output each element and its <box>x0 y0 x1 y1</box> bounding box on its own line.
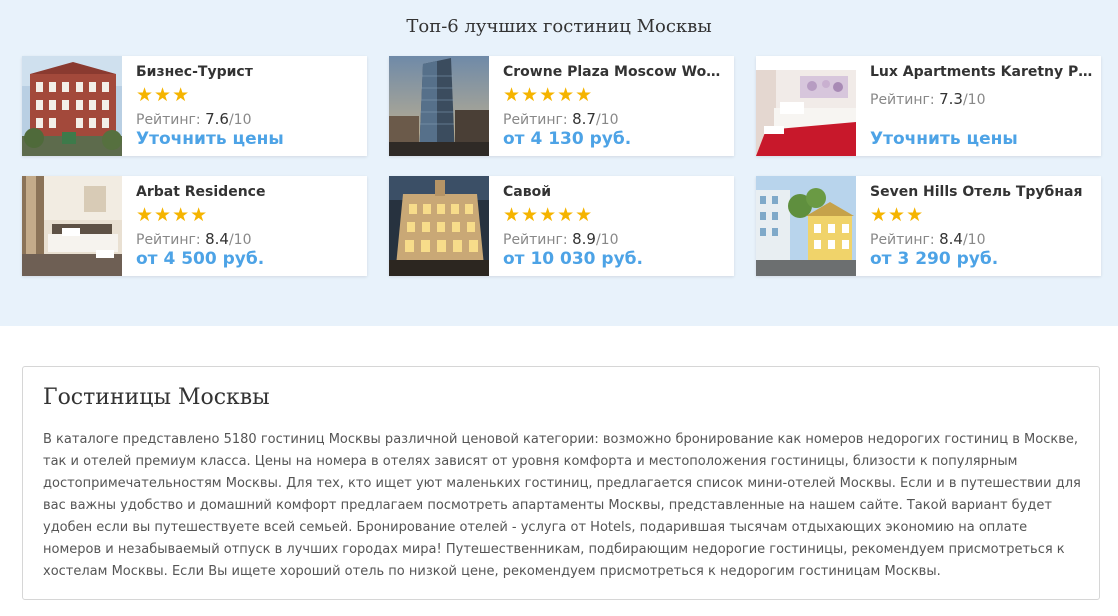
hotel-price-link[interactable]: от 3 290 руб. <box>870 249 998 269</box>
info-title: Гостиницы Москвы <box>43 385 270 410</box>
hotel-photo[interactable] <box>756 56 856 156</box>
rating-scale: /10 <box>228 232 252 248</box>
hotel-name[interactable]: Савой <box>503 184 727 200</box>
rating-scale: /10 <box>595 232 619 248</box>
rating-score: 8.4 <box>205 230 229 248</box>
hotel-photo[interactable] <box>22 176 122 276</box>
hotel-rating: Рейтинг: 8.7/10 <box>503 110 618 128</box>
rating-label: Рейтинг: <box>136 112 201 128</box>
info-text: В каталоге представлено 5180 гостиниц Мо… <box>43 432 1081 579</box>
hotel-card[interactable]: Lux Apartments Karetny Pereulok Рейтинг:… <box>756 56 1101 156</box>
hotel-rating: Рейтинг: 8.9/10 <box>503 230 618 248</box>
rating-label: Рейтинг: <box>870 92 935 108</box>
hotel-rating: Рейтинг: 7.6/10 <box>136 110 251 128</box>
hotel-photo[interactable] <box>389 176 489 276</box>
star-rating-icons: ★★★★★ <box>503 204 594 226</box>
rating-scale: /10 <box>228 112 252 128</box>
hotel-photo[interactable] <box>389 56 489 156</box>
top-hotels-section: Топ-6 лучших гостиниц Москвы Бизнес-Тури… <box>0 0 1118 326</box>
rating-score: 7.3 <box>939 90 963 108</box>
star-rating-icons: ★★★ <box>136 84 191 106</box>
star-rating-icons: ★★★★ <box>136 204 209 226</box>
hotel-photo[interactable] <box>756 176 856 276</box>
rating-scale: /10 <box>962 92 986 108</box>
rating-label: Рейтинг: <box>503 112 568 128</box>
hotel-rating: Рейтинг: 8.4/10 <box>870 230 985 248</box>
hotel-price-link[interactable]: Уточнить цены <box>136 129 284 149</box>
rating-scale: /10 <box>962 232 986 248</box>
rating-scale: /10 <box>595 112 619 128</box>
hotel-name[interactable]: Lux Apartments Karetny Pereulok <box>870 64 1094 80</box>
hotel-price-link[interactable]: Уточнить цены <box>870 129 1018 149</box>
star-rating-icons: ★★★★★ <box>503 84 594 106</box>
rating-label: Рейтинг: <box>870 232 935 248</box>
hotel-name[interactable]: Arbat Residence <box>136 184 360 200</box>
hotel-name[interactable]: Seven Hills Отель Трубная <box>870 184 1094 200</box>
hotel-name[interactable]: Бизнес-Турист <box>136 64 360 80</box>
rating-score: 7.6 <box>205 110 229 128</box>
hotel-price-link[interactable]: от 4 130 руб. <box>503 129 631 149</box>
rating-score: 8.4 <box>939 230 963 248</box>
info-box: Гостиницы Москвы В каталоге представлено… <box>22 366 1100 600</box>
hotel-card[interactable]: Савой ★★★★★ Рейтинг: 8.9/10 от 10 030 ру… <box>389 176 734 276</box>
hotel-photo[interactable] <box>22 56 122 156</box>
rating-score: 8.9 <box>572 230 596 248</box>
hotel-rating: Рейтинг: 7.3/10 <box>870 90 985 108</box>
star-rating-icons: ★★★ <box>870 204 925 226</box>
hotel-card[interactable]: Бизнес-Турист ★★★ Рейтинг: 7.6/10 Уточни… <box>22 56 367 156</box>
hotel-rating: Рейтинг: 8.4/10 <box>136 230 251 248</box>
hotel-card[interactable]: Crowne Plaza Moscow World Trade Centre ★… <box>389 56 734 156</box>
hotel-price-link[interactable]: от 10 030 руб. <box>503 249 643 269</box>
rating-score: 8.7 <box>572 110 596 128</box>
section-title: Топ-6 лучших гостиниц Москвы <box>406 16 712 37</box>
hotel-name[interactable]: Crowne Plaza Moscow World Trade Centre <box>503 64 727 80</box>
rating-label: Рейтинг: <box>136 232 201 248</box>
hotel-card[interactable]: Arbat Residence ★★★★ Рейтинг: 8.4/10 от … <box>22 176 367 276</box>
hotel-price-link[interactable]: от 4 500 руб. <box>136 249 264 269</box>
rating-label: Рейтинг: <box>503 232 568 248</box>
hotel-card[interactable]: Seven Hills Отель Трубная ★★★ Рейтинг: 8… <box>756 176 1101 276</box>
